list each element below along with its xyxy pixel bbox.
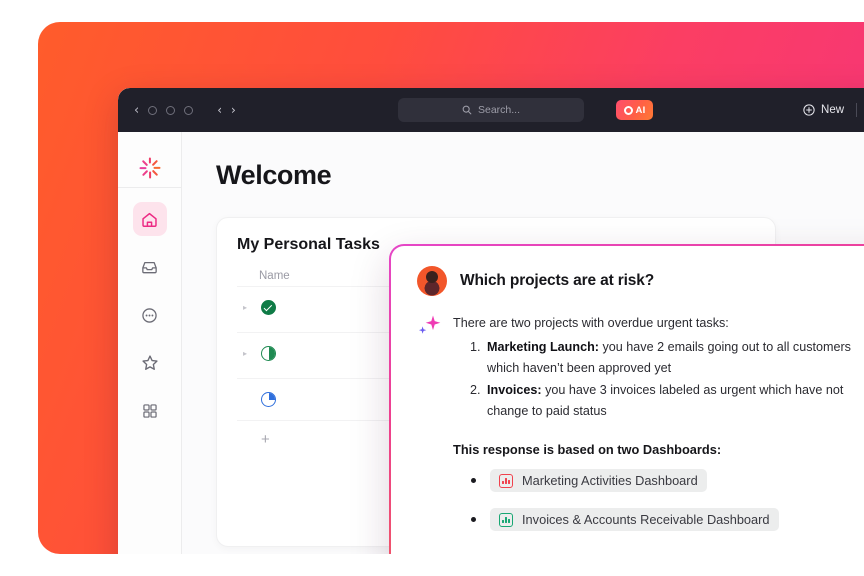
toolbar-left-controls: ‹ ‹ › bbox=[134, 103, 236, 117]
inbox-icon bbox=[142, 261, 157, 273]
status-badge-started[interactable] bbox=[261, 392, 276, 407]
sidebar-item-favorites[interactable] bbox=[133, 346, 167, 380]
nav-back-icon[interactable]: ‹ bbox=[217, 103, 222, 117]
ai-answer-list: Marketing Launch: you have 2 emails goin… bbox=[453, 337, 864, 424]
list-item: Marketing Activities Dashboard bbox=[471, 469, 864, 493]
sidebar-item-home[interactable] bbox=[132, 202, 167, 236]
source-chip-invoices[interactable]: Invoices & Accounts Receivable Dashboard bbox=[490, 508, 779, 532]
ai-ring-icon bbox=[623, 105, 633, 115]
page-title: Welcome bbox=[216, 160, 332, 190]
sidebar-item-more[interactable] bbox=[133, 298, 167, 332]
list-item: Marketing Launch: you have 2 emails goin… bbox=[484, 337, 864, 380]
toolbar-divider bbox=[856, 103, 858, 117]
plus-icon[interactable]: + bbox=[261, 431, 270, 448]
ai-answer-body: There are two projects with overdue urge… bbox=[453, 314, 864, 547]
more-circle-icon bbox=[142, 307, 157, 323]
row-expand-caret-icon[interactable]: ▸ bbox=[243, 349, 252, 358]
list-item: Invoices & Accounts Receivable Dashboard bbox=[471, 508, 864, 532]
search-input[interactable]: Search... bbox=[398, 98, 584, 122]
ai-question-text: Which projects are at risk? bbox=[460, 272, 655, 289]
bullet-icon bbox=[471, 478, 476, 484]
source-chip-label: Marketing Activities Dashboard bbox=[522, 473, 698, 489]
search-placeholder: Search... bbox=[477, 104, 521, 116]
new-button[interactable]: New bbox=[803, 104, 844, 116]
ai-button[interactable]: AI bbox=[616, 100, 653, 120]
ai-sources-list: Marketing Activities Dashboard Invoices … bbox=[453, 469, 864, 532]
list-item-title: Marketing Launch: bbox=[487, 339, 599, 354]
list-item: Invoices: you have 3 invoices labeled as… bbox=[484, 380, 864, 423]
ai-sparkle-icon bbox=[417, 314, 443, 336]
ai-question-row: Which projects are at risk? bbox=[417, 266, 864, 296]
source-chip-label: Invoices & Accounts Receivable Dashboard bbox=[522, 512, 770, 528]
plus-circle-icon bbox=[803, 104, 815, 116]
sidebar bbox=[118, 132, 182, 554]
bar-chart-icon bbox=[499, 512, 513, 527]
screenshot-stage: ‹ ‹ › Search... AI New Welcome My Person… bbox=[0, 0, 864, 576]
app-toolbar: ‹ ‹ › Search... AI New bbox=[118, 88, 864, 132]
toolbar-right-controls: New bbox=[803, 101, 864, 120]
ai-assistant-panel: Which projects are at risk? There are tw… bbox=[389, 244, 864, 554]
ai-sources-heading: This response is based on two Dashboards… bbox=[453, 442, 722, 458]
status-badge-done[interactable] bbox=[261, 300, 276, 315]
status-badge-in-progress[interactable] bbox=[261, 346, 276, 361]
app-window: ‹ ‹ › Search... AI New Welcome My Person… bbox=[118, 88, 864, 554]
collapse-chevron-icon[interactable]: ‹ bbox=[134, 104, 139, 117]
bullet-icon bbox=[471, 517, 476, 523]
search-icon bbox=[462, 105, 472, 115]
source-chip-marketing[interactable]: Marketing Activities Dashboard bbox=[490, 469, 707, 493]
window-dot-1[interactable] bbox=[148, 105, 158, 115]
window-dot-3[interactable] bbox=[184, 105, 194, 115]
row-expand-caret-icon[interactable]: ▸ bbox=[243, 303, 252, 312]
home-icon bbox=[142, 212, 157, 227]
app-body: Welcome My Personal Tasks Name ▸ ▸ + Whi… bbox=[118, 132, 864, 554]
window-dot-2[interactable] bbox=[166, 105, 176, 115]
star-icon bbox=[141, 355, 158, 370]
new-button-label: New bbox=[821, 104, 845, 116]
ai-answer-row: There are two projects with overdue urge… bbox=[417, 314, 864, 547]
nav-forward-icon[interactable]: › bbox=[231, 103, 236, 117]
ai-answer-intro: There are two projects with overdue urge… bbox=[453, 316, 729, 330]
list-item-title: Invoices: bbox=[487, 382, 542, 397]
ai-panel-inner: Which projects are at risk? There are tw… bbox=[391, 246, 864, 554]
sidebar-item-dashboards[interactable] bbox=[133, 394, 167, 428]
ai-button-label: AI bbox=[635, 104, 646, 116]
gradient-frame: ‹ ‹ › Search... AI New Welcome My Person… bbox=[38, 22, 864, 554]
sidebar-logo[interactable] bbox=[118, 140, 181, 188]
bar-chart-icon bbox=[499, 473, 513, 488]
clickup-burst-logo-icon bbox=[137, 151, 163, 178]
avatar bbox=[417, 266, 447, 296]
grid-dashboard-icon bbox=[142, 404, 157, 418]
sidebar-item-inbox[interactable] bbox=[133, 250, 167, 284]
